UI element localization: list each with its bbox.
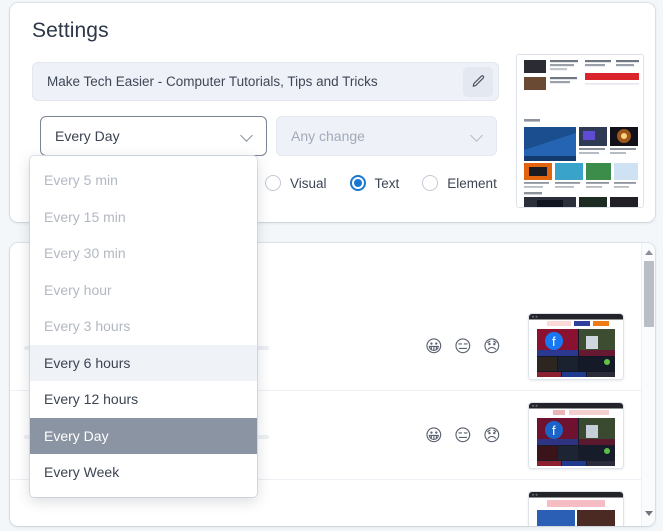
dropdown-option-every-12-hours[interactable]: Every 12 hours: [30, 381, 257, 418]
interval-select-value: Every Day: [55, 128, 120, 144]
app-root: Settings Make Tech Easier - Computer Tut…: [0, 0, 663, 531]
face-happy-icon[interactable]: 😀: [425, 338, 444, 357]
interval-select[interactable]: Every Day: [40, 116, 267, 156]
page-snapshot-thumbnail[interactable]: f: [528, 402, 624, 469]
radio-text-label: Text: [374, 175, 400, 191]
dropdown-option-every-5-min[interactable]: Every 5 min: [30, 162, 257, 199]
face-happy-icon[interactable]: 😀: [425, 427, 444, 446]
radio-text[interactable]: [349, 175, 366, 191]
svg-text:f: f: [552, 423, 556, 438]
rating-faces: 😀 😑 😞: [425, 427, 502, 446]
page-name-field[interactable]: Make Tech Easier - Computer Tutorials, T…: [32, 62, 499, 101]
radio-visual-label: Visual: [290, 175, 327, 191]
radio-visual[interactable]: [265, 175, 281, 191]
face-neutral-icon[interactable]: 😑: [454, 427, 473, 446]
dropdown-option-every-week[interactable]: Every Week: [30, 454, 257, 491]
website-preview-thumbnail[interactable]: [516, 54, 644, 208]
face-sad-icon[interactable]: 😞: [483, 338, 502, 357]
mode-radio-group: Visual Text Element: [265, 175, 511, 191]
chevron-down-icon: [472, 130, 484, 142]
radio-element[interactable]: [422, 175, 439, 191]
scrollbar-thumb[interactable]: [644, 261, 654, 327]
page-title: Settings: [32, 19, 109, 42]
dropdown-option-every-3-hours[interactable]: Every 3 hours: [30, 308, 257, 345]
triangle-down-icon[interactable]: [642, 506, 655, 520]
pencil-icon[interactable]: [463, 66, 493, 97]
chevron-down-icon: [242, 130, 254, 142]
page-snapshot-thumbnail[interactable]: f: [528, 313, 624, 380]
page-snapshot-thumbnail[interactable]: [528, 491, 624, 526]
preview-graphic: [517, 55, 643, 207]
change-type-select[interactable]: Any change: [276, 116, 497, 156]
dropdown-option-every-15-min[interactable]: Every 15 min: [30, 199, 257, 236]
radio-element-label: Element: [447, 175, 497, 191]
face-sad-icon[interactable]: 😞: [483, 427, 502, 446]
change-type-select-value: Any change: [291, 128, 365, 144]
snapshot-graphic: [529, 492, 623, 526]
face-neutral-icon[interactable]: 😑: [454, 338, 473, 357]
rating-faces: 😀 😑 😞: [425, 338, 502, 357]
triangle-up-icon[interactable]: [642, 245, 655, 259]
list-scrollbar[interactable]: [641, 243, 655, 526]
interval-dropdown-menu: Every 5 min Every 15 min Every 30 min Ev…: [30, 156, 257, 497]
dropdown-option-every-hour[interactable]: Every hour: [30, 272, 257, 309]
snapshot-graphic: f: [529, 314, 623, 379]
snapshot-graphic: f: [529, 403, 623, 468]
dropdown-option-every-day[interactable]: Every Day: [30, 417, 257, 454]
svg-text:f: f: [552, 334, 556, 349]
dropdown-option-every-6-hours[interactable]: Every 6 hours: [30, 344, 257, 381]
page-name-value[interactable]: Make Tech Easier - Computer Tutorials, T…: [33, 74, 463, 89]
dropdown-option-every-30-min[interactable]: Every 30 min: [30, 235, 257, 272]
